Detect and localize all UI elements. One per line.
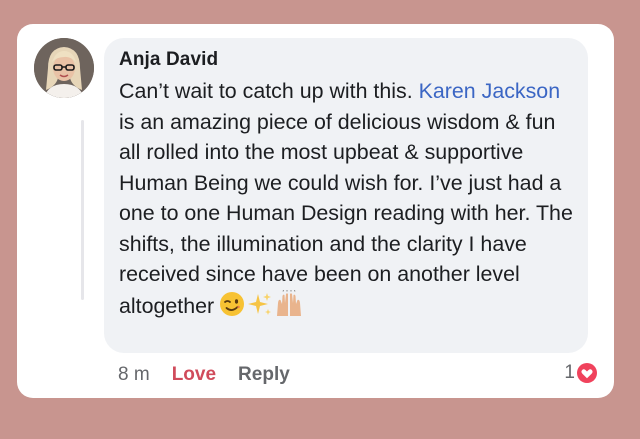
reply-button[interactable]: Reply [238,364,290,386]
comment-actions: 8 m Love Reply [118,364,290,386]
avatar-photo [34,38,94,98]
comment-author[interactable]: Anja David [119,49,218,71]
comment-text: Can’t wait to catch up with this. Karen … [119,76,581,321]
reaction-count: 1 [564,362,575,383]
mention-link[interactable]: Karen Jackson [419,79,561,103]
comment-timestamp[interactable]: 8 m [118,364,150,386]
love-button[interactable]: Love [172,364,216,386]
comment-text-end: is an amazing piece of delicious wisdom … [119,109,573,318]
winking-face-icon [220,291,245,316]
sparkles-icon [248,292,272,315]
love-heart-icon [576,362,598,384]
reaction-summary[interactable]: 1 [564,362,598,384]
avatar[interactable] [34,38,94,98]
comment-bubble: Anja David Can’t wait to catch up with t… [104,38,588,353]
emoji-group [218,289,304,318]
raising-hands-icon [277,289,302,316]
thread-line [81,120,84,300]
comment-text-start: Can’t wait to catch up with this. [119,79,419,103]
